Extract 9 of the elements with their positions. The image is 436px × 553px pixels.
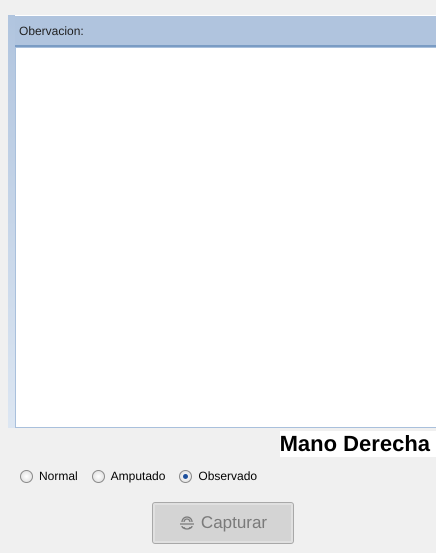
- fingerprint-icon: [178, 515, 195, 531]
- radio-label: Amputado: [110, 469, 166, 483]
- hand-title: Mano Derecha: [280, 431, 436, 457]
- radio-label: Observado: [198, 469, 258, 483]
- radio-button[interactable]: [20, 470, 33, 482]
- radio-button[interactable]: [179, 470, 192, 482]
- panel-title: Obervacion:: [19, 24, 84, 38]
- radio-label: Normal: [39, 469, 78, 483]
- radio-button[interactable]: [92, 470, 105, 482]
